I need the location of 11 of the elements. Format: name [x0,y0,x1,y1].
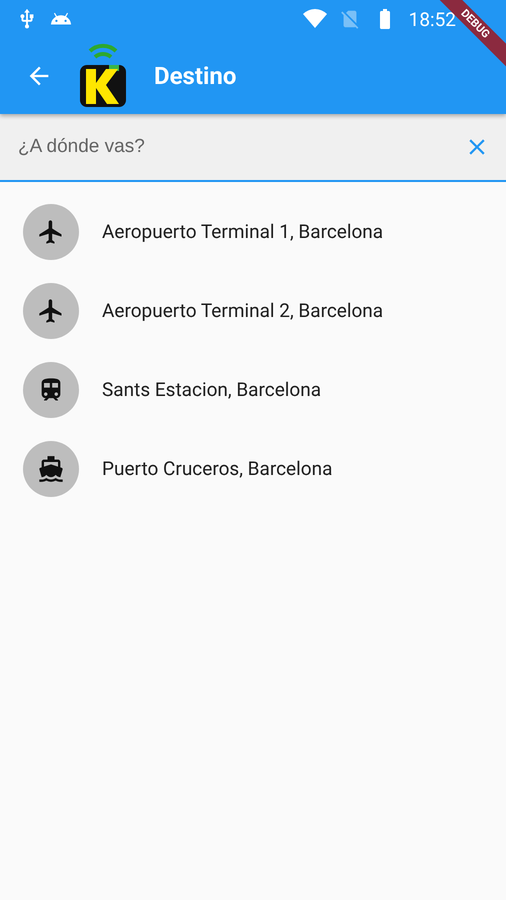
app-bar-title: Destino [154,62,236,90]
status-time: 18:52 [408,8,456,30]
wifi-icon [302,9,327,29]
destination-item[interactable]: Aeropuerto Terminal 2, Barcelona [0,271,506,350]
destination-item[interactable]: Aeropuerto Terminal 1, Barcelona [0,192,506,271]
no-sim-icon [338,8,361,30]
destination-item[interactable]: Sants Estacion, Barcelona [0,350,506,429]
search-bar[interactable]: ¿A dónde vas? [0,114,506,182]
search-field[interactable]: ¿A dónde vas? [16,135,464,159]
destination-item[interactable]: Puerto Cruceros, Barcelona [0,429,506,508]
app-logo-icon [78,43,128,109]
